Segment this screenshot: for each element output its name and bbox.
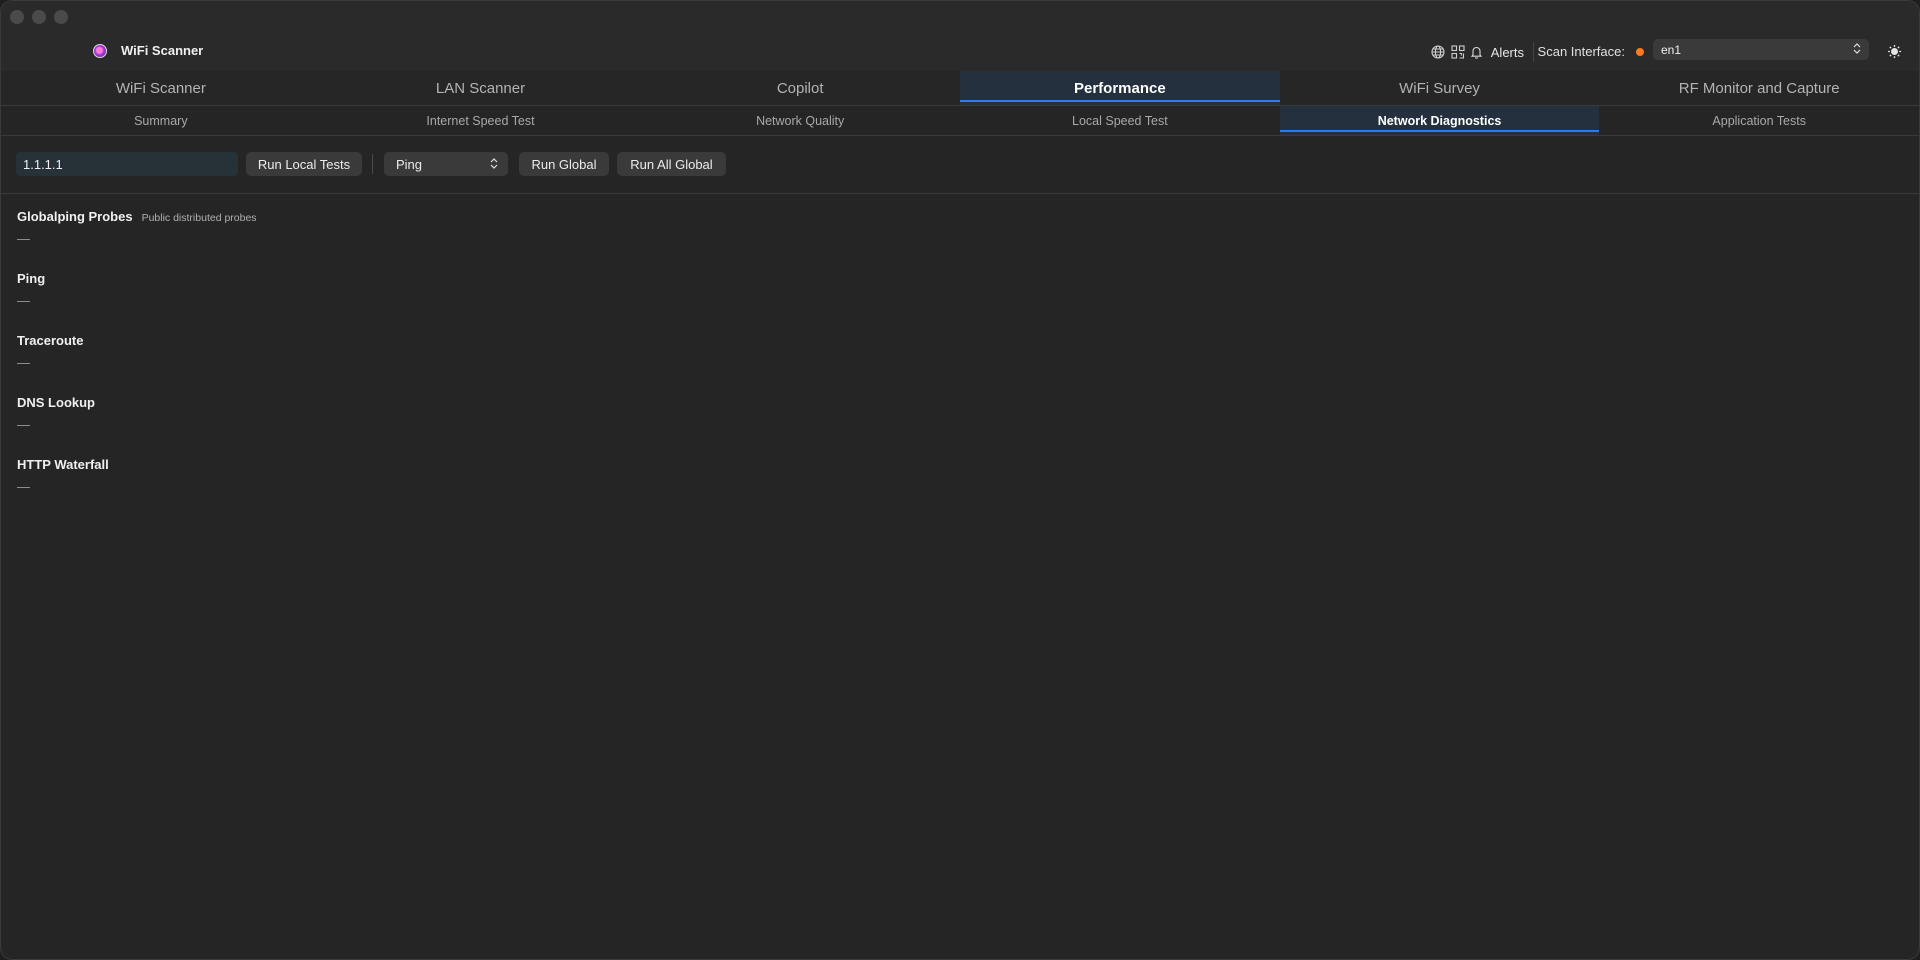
section-title: Ping	[17, 271, 46, 286]
close-window-button[interactable]	[10, 10, 24, 24]
results-sections: Globalping Probes Public distributed pro…	[17, 209, 257, 519]
subtab-application-tests[interactable]: Application Tests	[1599, 106, 1919, 135]
tab-performance[interactable]: Performance	[960, 71, 1280, 105]
subtab-local-speed-test[interactable]: Local Speed Test	[960, 106, 1280, 135]
section-value: —	[17, 231, 30, 246]
main-tab-bar: WiFi Scanner LAN Scanner Copilot Perform…	[1, 71, 1919, 106]
zoom-window-button[interactable]	[54, 10, 68, 24]
bell-icon	[1469, 44, 1485, 60]
minimize-window-button[interactable]	[32, 10, 46, 24]
app-identity: WiFi Scanner	[93, 43, 203, 58]
section-title: DNS Lookup	[17, 395, 95, 410]
subtab-summary[interactable]: Summary	[1, 106, 321, 135]
tab-wifi-scanner[interactable]: WiFi Scanner	[1, 71, 321, 105]
qr-code-icon[interactable]	[1450, 44, 1466, 60]
toolbar-right: Alerts Scan Interface: en1	[1399, 39, 1919, 62]
section-subtitle: Public distributed probes	[141, 212, 257, 224]
diagnostics-controls: Run Local Tests Ping Run Global Run All …	[1, 137, 1919, 194]
subtab-network-quality[interactable]: Network Quality	[640, 106, 960, 135]
section-http-waterfall: HTTP Waterfall —	[17, 457, 257, 519]
tab-copilot[interactable]: Copilot	[640, 71, 960, 105]
test-type-value: Ping	[396, 156, 423, 172]
section-value: —	[17, 417, 30, 432]
app-title: WiFi Scanner	[121, 43, 204, 58]
subtab-internet-speed-test[interactable]: Internet Speed Test	[321, 106, 641, 135]
app-window: WiFi Scanner Alerts Scan Interface: en1 …	[0, 0, 1920, 960]
chevron-updown-icon	[490, 157, 498, 172]
alerts-label: Alerts	[1490, 44, 1524, 60]
tab-lan-scanner[interactable]: LAN Scanner	[321, 71, 641, 105]
globe-icon[interactable]	[1430, 44, 1446, 60]
subtab-network-diagnostics[interactable]: Network Diagnostics	[1279, 106, 1600, 135]
tab-wifi-survey[interactable]: WiFi Survey	[1280, 71, 1600, 105]
section-ping: Ping —	[17, 271, 257, 333]
controls-divider	[372, 154, 373, 174]
toolbar-divider	[1533, 42, 1534, 62]
run-local-tests-button[interactable]: Run Local Tests	[246, 152, 362, 176]
window-controls	[10, 10, 68, 24]
section-value: —	[17, 479, 30, 494]
run-global-button[interactable]: Run Global	[519, 152, 609, 176]
sub-tab-bar: Summary Internet Speed Test Network Qual…	[1, 106, 1919, 136]
section-globalping-probes: Globalping Probes Public distributed pro…	[17, 209, 257, 271]
sun-icon[interactable]	[1886, 43, 1902, 59]
section-traceroute: Traceroute —	[17, 333, 257, 395]
run-all-global-button[interactable]: Run All Global	[617, 152, 726, 176]
section-title: Globalping Probes	[17, 209, 133, 224]
title-bar: WiFi Scanner Alerts Scan Interface: en1	[1, 1, 1919, 71]
section-value: —	[17, 355, 30, 370]
scan-interface-label: Scan Interface:	[1537, 44, 1625, 59]
tab-rf-monitor[interactable]: RF Monitor and Capture	[1599, 71, 1919, 105]
section-title: Traceroute	[17, 333, 84, 348]
section-title: HTTP Waterfall	[17, 457, 109, 472]
section-dns-lookup: DNS Lookup —	[17, 395, 257, 457]
chevron-updown-icon	[1853, 42, 1861, 57]
interface-status-dot	[1636, 48, 1644, 56]
scan-interface-value: en1	[1661, 42, 1682, 57]
target-host-input[interactable]	[16, 152, 238, 176]
scan-interface-select[interactable]: en1	[1653, 39, 1869, 60]
section-value: —	[17, 293, 30, 308]
test-type-select[interactable]: Ping	[384, 152, 508, 176]
app-logo-icon	[93, 43, 107, 58]
alerts-button[interactable]: Alerts	[1469, 42, 1524, 62]
